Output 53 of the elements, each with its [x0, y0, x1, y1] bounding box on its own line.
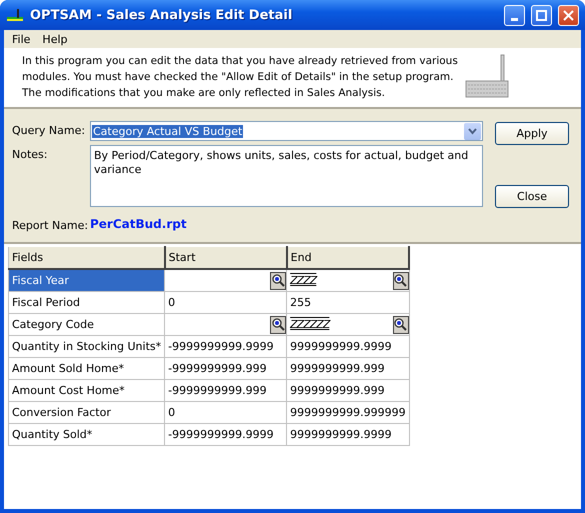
column-header[interactable]: End	[286, 246, 410, 269]
field-cell[interactable]: Quantity in Stocking Units*	[8, 336, 165, 358]
search-icon	[394, 274, 408, 287]
table-cell: 9999999999.9999	[290, 340, 392, 353]
table-cell: -9999999999.999	[168, 362, 267, 375]
table-cell: -9999999999.999	[168, 384, 267, 397]
table-cell: 9999999999.9999	[290, 428, 392, 441]
window-title: OPTSAM - Sales Analysis Edit Detail	[30, 8, 294, 22]
table-cell: -9999999999.9999	[168, 340, 274, 353]
caret-icon	[468, 128, 477, 134]
masked-value: ZZZZZZ	[290, 318, 330, 331]
report-name-label: Report Name:	[12, 218, 90, 232]
close-icon	[563, 10, 574, 20]
lookup-button[interactable]	[270, 272, 286, 290]
minimize-icon	[511, 18, 518, 20]
field-cell[interactable]: Amount Cost Home*	[8, 380, 165, 402]
table-cell: 9999999999.999	[290, 384, 385, 397]
field-cell[interactable]: Amount Sold Home*	[8, 358, 165, 380]
table-cell: 9999999999.999	[290, 362, 385, 375]
table-cell: -9999999999.9999	[168, 428, 274, 441]
lookup-button[interactable]	[270, 316, 286, 334]
search-icon	[272, 274, 285, 287]
table-cell: 255	[290, 296, 312, 309]
table-cell: 9999999999.999999	[290, 406, 406, 419]
notes-label: Notes:	[12, 147, 48, 163]
lookup-button[interactable]	[392, 272, 409, 290]
close-button[interactable]	[558, 4, 579, 26]
field-cell[interactable]: Conversion Factor	[8, 402, 165, 424]
table-cell: 0	[168, 406, 176, 419]
field-cell[interactable]: Category Code	[8, 314, 165, 336]
maximize-button[interactable]	[531, 4, 552, 26]
menu-item[interactable]: File	[6, 32, 36, 46]
apply-button[interactable]: Apply	[495, 122, 569, 145]
masked-value: ZZZZ	[290, 274, 316, 287]
table-cell: 0	[168, 296, 176, 309]
query-name-label: Query Name:	[12, 123, 86, 139]
field-cell[interactable]: Fiscal Period	[8, 292, 165, 314]
report-name: PerCatBud.rpt	[90, 216, 188, 232]
field-cell[interactable]: Fiscal Year	[8, 269, 165, 292]
notes-field[interactable]: By Period/Category, shows units, sales, costs for actual, budget and variance	[90, 145, 483, 207]
column-header[interactable]: Fields	[8, 246, 165, 269]
search-icon	[394, 318, 408, 331]
maximize-icon	[536, 10, 547, 20]
app-icon	[6, 7, 24, 23]
column-header[interactable]: Start	[164, 246, 287, 269]
field-cell[interactable]: Quantity Sold*	[8, 424, 165, 446]
info-text: In this program you can edit the data that you have already retrieved from various modules. You must have checked the "Allow Edit of Details" in the setup program. The modifications that you make are only reflected in Sales Analysis.	[22, 54, 459, 101]
search-icon	[272, 318, 285, 331]
close-dialog-button[interactable]: Close	[495, 185, 569, 208]
lookup-button[interactable]	[392, 316, 409, 334]
minimize-button[interactable]	[504, 4, 525, 26]
query-name-dropdown[interactable]: Category Actual VS Budget	[90, 121, 483, 141]
menu-item[interactable]: Help	[36, 32, 74, 46]
